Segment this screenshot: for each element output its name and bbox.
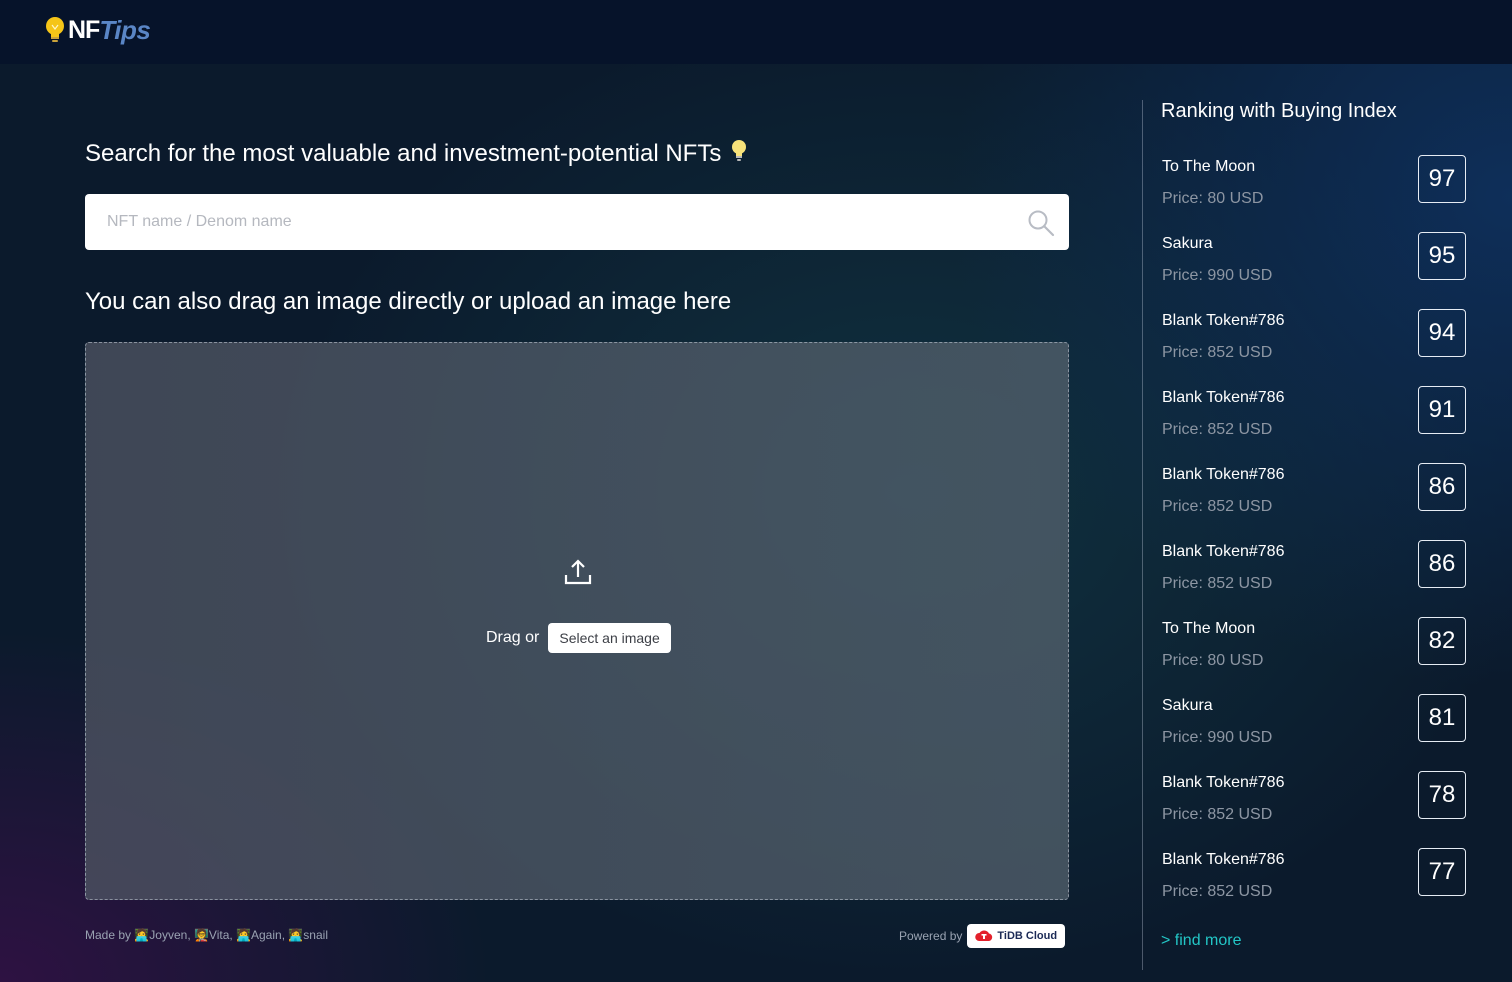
- ranking-item-name: Blank Token#786: [1162, 774, 1285, 791]
- powered-by: Powered by TiDB Cloud: [899, 924, 1066, 948]
- upload-icon: [564, 559, 592, 585]
- select-image-button[interactable]: Select an image: [548, 623, 671, 653]
- find-more-link[interactable]: > find more: [1161, 932, 1241, 950]
- ranking-item-name: To The Moon: [1162, 158, 1256, 175]
- ranking-item-price: Price: 852 USD: [1162, 421, 1273, 438]
- page-title-text: Search for the most valuable and investm…: [85, 140, 722, 167]
- ranking-item[interactable]: Sakura Price: 990 USD 81: [1161, 694, 1471, 771]
- search-icon[interactable]: [1027, 209, 1055, 237]
- page-title: Search for the most valuable and investm…: [85, 140, 748, 168]
- ranking-item[interactable]: Sakura Price: 990 USD 95: [1161, 232, 1471, 309]
- buying-index-score: 78: [1418, 771, 1466, 819]
- ranking-item-name: Sakura: [1162, 235, 1213, 252]
- powered-by-label: Powered by: [899, 929, 963, 943]
- buying-index-score: 86: [1418, 463, 1466, 511]
- buying-index-score: 86: [1418, 540, 1466, 588]
- ranking-item-name: Blank Token#786: [1162, 543, 1285, 560]
- ranking-title: Ranking with Buying Index: [1161, 100, 1397, 122]
- ranking-item-price: Price: 852 USD: [1162, 575, 1273, 592]
- ranking-item-name: Blank Token#786: [1162, 466, 1285, 483]
- ranking-item-price: Price: 990 USD: [1162, 729, 1273, 746]
- buying-index-score: 94: [1418, 309, 1466, 357]
- ranking-item-name: Sakura: [1162, 697, 1213, 714]
- ranking-item[interactable]: To The Moon Price: 80 USD 97: [1161, 155, 1471, 232]
- ranking-item-price: Price: 990 USD: [1162, 267, 1273, 284]
- ranking-item[interactable]: Blank Token#786 Price: 852 USD 78: [1161, 771, 1471, 848]
- ranking-item-name: Blank Token#786: [1162, 389, 1285, 406]
- sidebar-divider: [1142, 100, 1143, 970]
- ranking-item-name: To The Moon: [1162, 620, 1256, 637]
- app-logo[interactable]: NF Tips: [44, 13, 151, 47]
- tidb-cloud-label: TiDB Cloud: [997, 930, 1058, 942]
- ranking-item-price: Price: 852 USD: [1162, 883, 1273, 900]
- search-input[interactable]: [107, 194, 1007, 250]
- buying-index-score: 82: [1418, 617, 1466, 665]
- buying-index-score: 97: [1418, 155, 1466, 203]
- ranking-item-price: Price: 852 USD: [1162, 498, 1273, 515]
- ranking-item[interactable]: To The Moon Price: 80 USD 82: [1161, 617, 1471, 694]
- lightbulb-icon: [46, 17, 64, 42]
- ranking-item[interactable]: Blank Token#786 Price: 852 USD 86: [1161, 463, 1471, 540]
- top-bar: NF Tips: [0, 0, 1512, 64]
- credits-text: Made by 🧑‍💻Joyven, 🧑‍🏫Vita, 🧑‍💻Again, 🧑‍…: [85, 928, 328, 942]
- image-dropzone[interactable]: Drag or Select an image: [85, 342, 1069, 900]
- ranking-item-price: Price: 852 USD: [1162, 806, 1273, 823]
- buying-index-score: 81: [1418, 694, 1466, 742]
- search-bar: [85, 194, 1069, 250]
- ranking-item[interactable]: Blank Token#786 Price: 852 USD 94: [1161, 309, 1471, 386]
- buying-index-score: 95: [1418, 232, 1466, 280]
- buying-index-score: 91: [1418, 386, 1466, 434]
- ranking-item-name: Blank Token#786: [1162, 851, 1285, 868]
- ranking-item-price: Price: 852 USD: [1162, 344, 1273, 361]
- logo-text-nf: NF: [68, 15, 100, 44]
- ranking-item[interactable]: Blank Token#786 Price: 852 USD 86: [1161, 540, 1471, 617]
- lightbulb-icon: [732, 140, 747, 161]
- ranking-item[interactable]: Blank Token#786 Price: 852 USD 91: [1161, 386, 1471, 463]
- ranking-item[interactable]: Blank Token#786 Price: 852 USD 77: [1161, 848, 1471, 925]
- tidb-cloud-icon: [975, 930, 993, 941]
- upload-heading: You can also drag an image directly or u…: [85, 288, 732, 315]
- buying-index-score: 77: [1418, 848, 1466, 896]
- tidb-cloud-badge[interactable]: TiDB Cloud: [967, 924, 1066, 948]
- ranking-item-price: Price: 80 USD: [1162, 190, 1264, 207]
- ranking-list: To The Moon Price: 80 USD 97 Sakura Pric…: [1161, 155, 1471, 925]
- drag-or-select-row: Drag or Select an image: [486, 623, 671, 653]
- ranking-item-name: Blank Token#786: [1162, 312, 1285, 329]
- ranking-item-price: Price: 80 USD: [1162, 652, 1264, 669]
- logo-text-tips: Tips: [99, 14, 151, 45]
- drag-label: Drag or: [486, 629, 540, 646]
